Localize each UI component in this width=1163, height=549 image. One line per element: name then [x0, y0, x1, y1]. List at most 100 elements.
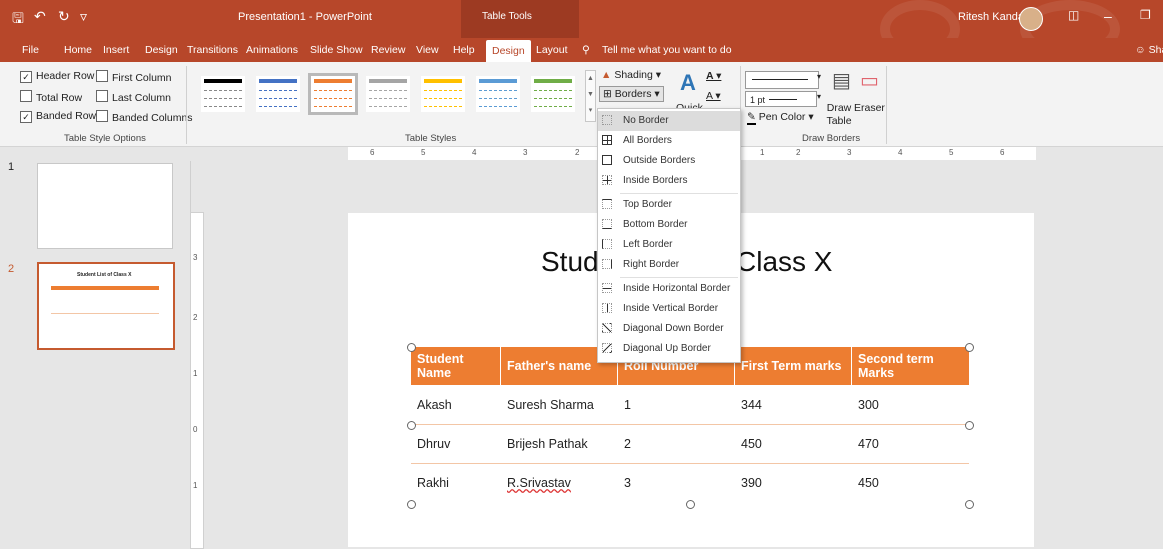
table-style-black[interactable] — [201, 76, 245, 112]
table-cell[interactable]: 450 — [735, 425, 852, 463]
ribbon-display-icon[interactable]: ◫ — [1068, 8, 1079, 22]
avatar[interactable] — [1019, 7, 1043, 31]
menu-item-bottom-border[interactable]: Bottom Border — [598, 215, 740, 235]
resize-handle[interactable] — [407, 500, 416, 509]
group-separator — [186, 66, 187, 144]
tell-me-search[interactable]: Tell me what you want to do — [602, 44, 732, 56]
eraser-label[interactable]: Eraser — [854, 102, 885, 114]
tab-help[interactable]: Help — [453, 44, 475, 56]
tab-design[interactable]: Design — [145, 44, 178, 56]
tab-home[interactable]: Home — [64, 44, 92, 56]
menu-item-right-border[interactable]: Right Border — [598, 255, 740, 275]
lightbulb-icon: ⚲ — [582, 44, 590, 56]
table-style-blue[interactable] — [256, 76, 300, 112]
pen-weight-select[interactable]: 1 pt — [745, 91, 817, 107]
table-cell[interactable]: Akash — [411, 385, 501, 424]
style-line — [204, 98, 242, 99]
total-row-checkbox[interactable]: Total Row — [20, 90, 82, 104]
table-cell[interactable]: 1 — [618, 385, 735, 424]
pen-icon: ✎ — [747, 111, 756, 125]
tab-slide-show[interactable]: Slide Show — [310, 44, 363, 56]
resize-handle[interactable] — [407, 343, 416, 352]
table-header-cell[interactable]: Second term Marks — [852, 347, 969, 385]
quick-styles-icon[interactable]: A — [680, 70, 696, 96]
header-row-checkbox[interactable]: ✓ Header Row — [20, 70, 94, 83]
menu-item-inside-horizontal-border[interactable]: Inside Horizontal Border — [598, 279, 740, 299]
slide-thumbnail-selected[interactable]: Student List of Class X — [37, 262, 175, 350]
slide-thumbnail[interactable] — [37, 163, 173, 249]
save-icon[interactable]: 🖫 — [12, 8, 24, 32]
draw-table-icon[interactable]: ▤ — [832, 68, 851, 93]
banded-columns-checkbox[interactable]: Banded Columns — [96, 110, 193, 124]
customize-icon[interactable]: ▿ — [80, 8, 87, 25]
shading-button[interactable]: ▲ Shading ▾ — [601, 69, 661, 81]
undo-icon[interactable]: ↶ — [34, 8, 46, 25]
style-header — [479, 79, 517, 83]
restore-icon[interactable]: ❐ — [1140, 8, 1151, 22]
first-column-checkbox[interactable]: First Column — [96, 70, 172, 84]
share-button[interactable]: ☺ Share — [1135, 44, 1163, 56]
resize-handle[interactable] — [407, 421, 416, 430]
pen-style-select[interactable] — [745, 71, 819, 89]
table-cell[interactable]: 3 — [618, 464, 735, 502]
table-style-gold[interactable] — [421, 76, 465, 112]
text-outline-icon[interactable]: A ▾ — [706, 90, 721, 102]
menu-item-inside-vertical-border[interactable]: Inside Vertical Border — [598, 299, 740, 319]
menu-item-diagonal-up-border[interactable]: Diagonal Up Border — [598, 339, 740, 359]
table-cell[interactable]: Rakhi — [411, 464, 501, 502]
table-cell[interactable]: 2 — [618, 425, 735, 463]
eraser-icon[interactable]: ▭ — [860, 68, 879, 93]
tab-view[interactable]: View — [416, 44, 439, 56]
menu-item-inside-borders[interactable]: Inside Borders — [598, 171, 740, 191]
text-fill-icon[interactable]: A ▾ — [706, 70, 721, 82]
resize-handle[interactable] — [965, 500, 974, 509]
checkbox-box: ✓ — [20, 71, 32, 83]
table-cell[interactable]: R.Srivastav — [501, 464, 618, 502]
pen-color-button[interactable]: ✎ Pen Color ▾ — [747, 111, 814, 125]
tab-animations[interactable]: Animations — [246, 44, 298, 56]
tab-table-design[interactable]: Design — [486, 40, 531, 62]
slide-title-end[interactable]: Class X — [736, 246, 832, 278]
banded-rows-checkbox[interactable]: ✓ Banded Rows — [20, 110, 101, 123]
table-style-green[interactable] — [531, 76, 575, 112]
pen-weight-dropdown[interactable]: ▾ — [817, 92, 821, 101]
tab-layout[interactable]: Layout — [536, 44, 568, 56]
ruler-tick: 4 — [472, 148, 477, 157]
menu-item-all-borders[interactable]: All Borders — [598, 131, 740, 151]
resize-handle[interactable] — [965, 343, 974, 352]
table-cell[interactable]: 470 — [852, 425, 969, 463]
tab-review[interactable]: Review — [371, 44, 405, 56]
resize-handle[interactable] — [686, 500, 695, 509]
pen-style-dropdown[interactable]: ▾ — [817, 72, 821, 81]
menu-item-left-border[interactable]: Left Border — [598, 235, 740, 255]
slide-title-start[interactable]: Stud — [541, 246, 599, 278]
minimize-icon[interactable]: – — [1104, 8, 1112, 24]
table-cell[interactable]: 450 — [852, 464, 969, 502]
last-column-checkbox[interactable]: Last Column — [96, 90, 171, 104]
resize-handle[interactable] — [965, 421, 974, 430]
borders-button[interactable]: ⊞ Borders ▾ — [599, 86, 664, 102]
table-style-light-blue[interactable] — [476, 76, 520, 112]
menu-item-diagonal-down-border[interactable]: Diagonal Down Border — [598, 319, 740, 339]
menu-item-no-border[interactable]: No Border — [598, 111, 740, 131]
table-cell[interactable]: 390 — [735, 464, 852, 502]
tab-insert[interactable]: Insert — [103, 44, 129, 56]
draw-table-label[interactable]: Draw Table — [824, 102, 854, 128]
table-style-gray[interactable] — [366, 76, 410, 112]
menu-item-outside-borders[interactable]: Outside Borders — [598, 151, 740, 171]
gallery-scroll[interactable]: ▲ ▼ ▾ — [585, 70, 596, 122]
table-style-orange-selected[interactable] — [308, 73, 358, 115]
pen-weight-value: 1 pt — [750, 95, 766, 105]
table-cell[interactable]: Suresh Sharma — [501, 385, 618, 424]
tab-file[interactable]: File — [22, 44, 39, 56]
tab-transitions[interactable]: Transitions — [187, 44, 238, 56]
table-cell[interactable]: 300 — [852, 385, 969, 424]
table-header-cell[interactable]: First Term marks — [735, 347, 852, 385]
table-cell[interactable]: 344 — [735, 385, 852, 424]
menu-item-top-border[interactable]: Top Border — [598, 195, 740, 215]
style-header — [204, 79, 242, 83]
table-header-cell[interactable]: Student Name — [411, 347, 501, 385]
table-cell[interactable]: Dhruv — [411, 425, 501, 463]
table-cell[interactable]: Brijesh Pathak — [501, 425, 618, 463]
redo-icon[interactable]: ↻ — [58, 8, 70, 25]
